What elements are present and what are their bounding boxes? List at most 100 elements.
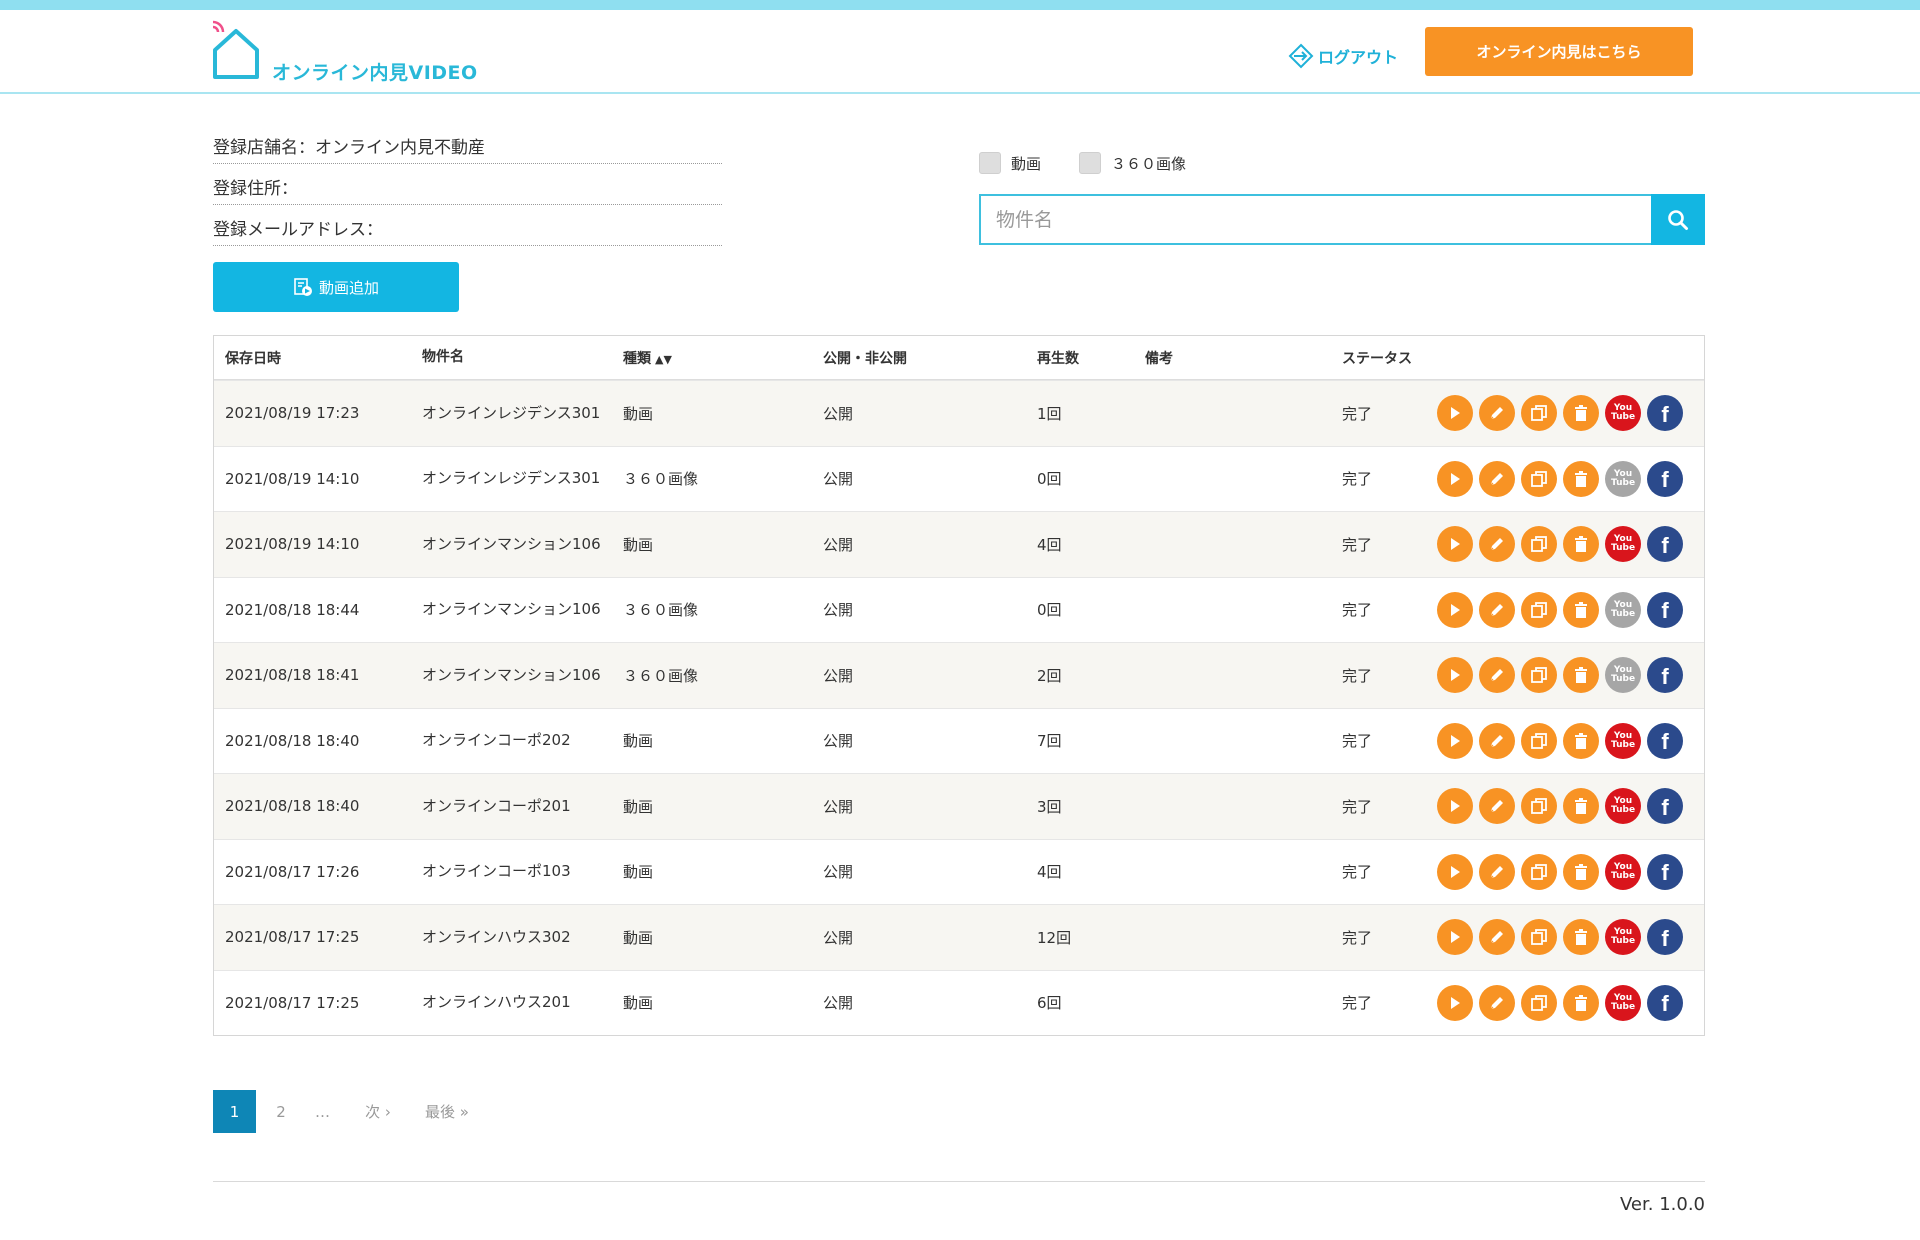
play-icon[interactable] <box>1437 395 1473 432</box>
cell-status: 完了 <box>1342 732 1373 751</box>
cell-plays: 12回 <box>1037 928 1072 947</box>
edit-icon[interactable] <box>1479 657 1515 694</box>
logout-link[interactable]: ログアウト <box>1288 43 1398 69</box>
copy-icon[interactable] <box>1521 919 1557 956</box>
play-icon[interactable] <box>1437 984 1473 1021</box>
cell-name: オンラインハウス302 <box>422 927 571 946</box>
facebook-icon[interactable]: f <box>1647 526 1683 563</box>
youtube-icon[interactable]: You Tube <box>1605 919 1641 956</box>
delete-icon[interactable] <box>1563 919 1599 956</box>
copy-icon[interactable] <box>1521 788 1557 825</box>
page-2-button[interactable]: 2 <box>256 1090 306 1133</box>
edit-icon[interactable] <box>1479 919 1515 956</box>
cell-name: オンラインコーポ201 <box>422 796 571 815</box>
delete-icon[interactable] <box>1563 395 1599 432</box>
youtube-icon[interactable]: You Tube <box>1605 984 1641 1021</box>
header-visibility[interactable]: 公開・非公開 <box>823 348 1035 368</box>
copy-icon[interactable] <box>1521 657 1557 694</box>
play-icon[interactable] <box>1437 657 1473 694</box>
sort-icon[interactable]: ▲▼ <box>655 353 672 366</box>
edit-icon[interactable] <box>1479 984 1515 1021</box>
header-status[interactable]: ステータス <box>1342 348 1437 368</box>
copy-icon[interactable] <box>1521 591 1557 628</box>
play-icon[interactable] <box>1437 853 1473 890</box>
copy-icon[interactable] <box>1521 395 1557 432</box>
cell-name: オンラインマンション106 <box>422 600 601 619</box>
delete-icon[interactable] <box>1563 788 1599 825</box>
edit-icon[interactable] <box>1479 591 1515 628</box>
copy-icon[interactable] <box>1521 853 1557 890</box>
facebook-icon[interactable]: f <box>1647 591 1683 628</box>
delete-icon[interactable] <box>1563 657 1599 694</box>
edit-icon[interactable] <box>1479 395 1515 432</box>
site-logo[interactable]: オンライン内見VIDEO <box>211 20 477 84</box>
filter-video-checkbox[interactable]: 動画 <box>979 152 1041 174</box>
youtube-icon[interactable]: You Tube <box>1605 788 1641 825</box>
store-email-row: 登録メールアドレス： <box>213 205 722 246</box>
last-page-button[interactable]: 最後 » <box>417 1090 477 1133</box>
facebook-icon[interactable]: f <box>1647 853 1683 890</box>
facebook-icon-text: f <box>1661 532 1669 558</box>
copy-icon[interactable] <box>1521 460 1557 497</box>
filter-360-checkbox[interactable]: ３６０画像 <box>1079 152 1186 174</box>
play-icon[interactable] <box>1437 460 1473 497</box>
youtube-icon[interactable]: You Tube <box>1605 853 1641 890</box>
delete-icon[interactable] <box>1563 526 1599 563</box>
header-plays[interactable]: 再生数 <box>1035 348 1145 368</box>
cell-visibility: 公開 <box>823 404 854 423</box>
cell-plays: 2回 <box>1037 666 1062 685</box>
edit-icon[interactable] <box>1479 788 1515 825</box>
youtube-icon[interactable]: You Tube <box>1605 722 1641 759</box>
facebook-icon[interactable]: f <box>1647 788 1683 825</box>
delete-icon[interactable] <box>1563 853 1599 890</box>
facebook-icon[interactable]: f <box>1647 657 1683 694</box>
delete-icon[interactable] <box>1563 722 1599 759</box>
facebook-icon-text: f <box>1661 991 1669 1017</box>
cell-name: オンラインレジデンス301 <box>422 469 601 488</box>
delete-icon[interactable] <box>1563 460 1599 497</box>
checkbox-box[interactable] <box>1079 152 1102 174</box>
facebook-icon[interactable]: f <box>1647 395 1683 432</box>
header-name[interactable]: 物件名 <box>419 347 621 368</box>
cell-plays: 0回 <box>1037 601 1062 620</box>
facebook-icon[interactable]: f <box>1647 460 1683 497</box>
header-type[interactable]: 種類 ▲▼ <box>621 348 823 368</box>
youtube-icon[interactable]: You Tube <box>1605 460 1641 497</box>
youtube-icon[interactable]: You Tube <box>1605 591 1641 628</box>
facebook-icon[interactable]: f <box>1647 984 1683 1021</box>
header-note[interactable]: 備考 <box>1145 348 1342 368</box>
header-date[interactable]: 保存日時 <box>214 348 419 368</box>
edit-icon[interactable] <box>1479 460 1515 497</box>
facebook-icon-text: f <box>1661 729 1669 755</box>
edit-icon[interactable] <box>1479 722 1515 759</box>
facebook-icon[interactable]: f <box>1647 919 1683 956</box>
row-actions: You Tube f <box>1437 657 1704 694</box>
facebook-icon-text: f <box>1661 467 1669 493</box>
edit-icon[interactable] <box>1479 526 1515 563</box>
top-accent-bar <box>0 0 1920 10</box>
play-icon[interactable] <box>1437 919 1473 956</box>
play-icon[interactable] <box>1437 526 1473 563</box>
delete-icon[interactable] <box>1563 591 1599 628</box>
play-icon[interactable] <box>1437 722 1473 759</box>
copy-icon[interactable] <box>1521 722 1557 759</box>
youtube-icon[interactable]: You Tube <box>1605 395 1641 432</box>
next-page-button[interactable]: 次 › <box>339 1090 417 1133</box>
property-search-input[interactable] <box>979 194 1651 245</box>
checkbox-box[interactable] <box>979 152 1001 174</box>
cell-type: 動画 <box>623 994 654 1013</box>
copy-icon[interactable] <box>1521 984 1557 1021</box>
search-button[interactable] <box>1651 194 1705 245</box>
online-viewing-button[interactable]: オンライン内見はこちら <box>1425 27 1693 76</box>
cell-date: 2021/08/18 18:40 <box>225 731 360 750</box>
page-1-button[interactable]: 1 <box>213 1090 256 1133</box>
edit-icon[interactable] <box>1479 853 1515 890</box>
delete-icon[interactable] <box>1563 984 1599 1021</box>
play-icon[interactable] <box>1437 591 1473 628</box>
facebook-icon[interactable]: f <box>1647 722 1683 759</box>
play-icon[interactable] <box>1437 788 1473 825</box>
copy-icon[interactable] <box>1521 526 1557 563</box>
youtube-icon[interactable]: You Tube <box>1605 526 1641 563</box>
youtube-icon[interactable]: You Tube <box>1605 657 1641 694</box>
add-video-button[interactable]: 動画追加 <box>213 262 459 312</box>
